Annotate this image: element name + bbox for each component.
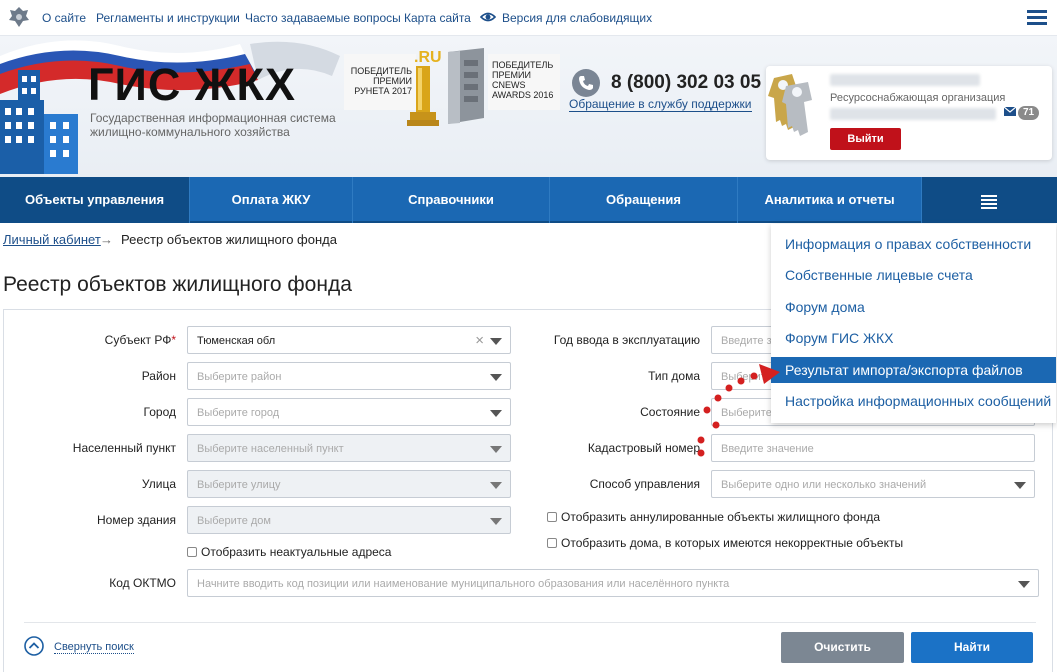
top-link-sitemap[interactable]: Карта сайта — [404, 11, 471, 25]
site-header: ГИС ЖКХ Государственная информационная с… — [0, 36, 1057, 177]
outdated-addresses-checkbox[interactable]: Отобразить неактуальные адреса — [187, 545, 391, 559]
region-label: Субъект РФ* — [104, 333, 176, 347]
menu-item-gis-forum[interactable]: Форум ГИС ЖКХ — [771, 325, 1056, 351]
nav-item-payment[interactable]: Оплата ЖКУ — [190, 177, 353, 223]
chevron-down-icon[interactable] — [490, 446, 502, 453]
annotation-arrow — [697, 364, 780, 457]
find-button[interactable]: Найти — [911, 632, 1033, 663]
chevron-down-icon[interactable] — [490, 482, 502, 489]
management-method-select[interactable]: Выберите одно или несколько значений — [711, 470, 1035, 498]
user-card: Ресурсоснабжающая организация 71 Выйти — [766, 66, 1052, 160]
breadcrumb-current: Реестр объектов жилищного фонда — [121, 232, 337, 247]
chevron-down-icon[interactable] — [490, 338, 502, 345]
collapse-up-icon[interactable] — [24, 636, 44, 656]
region-value: Тюменская обл — [197, 335, 276, 347]
svg-text:.RU: .RU — [414, 49, 442, 66]
org-name-hidden — [830, 108, 996, 120]
breadcrumb-arrow: → — [100, 232, 113, 247]
district-label: Район — [141, 369, 176, 383]
menu-icon[interactable] — [1027, 10, 1047, 26]
form-divider — [24, 622, 1036, 623]
logo-subtitle: Государственная информационная система ж… — [90, 111, 336, 139]
street-label: Улица — [141, 477, 176, 491]
nav-item-requests[interactable]: Обращения — [550, 177, 738, 223]
top-link-about[interactable]: О сайте — [42, 11, 86, 25]
chevron-down-icon[interactable] — [1014, 482, 1026, 489]
region-select[interactable]: Тюменская обл × — [187, 326, 511, 354]
nav-item-analytics[interactable]: Аналитика и отчеты — [738, 177, 922, 223]
chevron-down-icon[interactable] — [1018, 581, 1030, 588]
chevron-down-icon[interactable] — [490, 518, 502, 525]
checkbox-box[interactable] — [547, 512, 557, 522]
menu-item-house-forum[interactable]: Форум дома — [771, 294, 1056, 320]
top-link-faq[interactable]: Часто задаваемые вопросы — [245, 11, 401, 25]
breadcrumb-home[interactable]: Личный кабинет — [3, 232, 101, 247]
checkbox-box[interactable] — [187, 547, 197, 557]
menu-icon — [981, 195, 997, 211]
city-select[interactable]: Выберите город — [187, 398, 511, 426]
top-link-accessibility[interactable]: Версия для слабовидящих — [502, 11, 652, 25]
collapse-search-link[interactable]: Свернуть поиск — [54, 641, 134, 654]
user-name-hidden — [830, 74, 980, 86]
building-logo-icon — [0, 70, 78, 174]
menu-item-notification-settings[interactable]: Настройка информационных сообщений — [771, 388, 1056, 414]
menu-item-ownership-info[interactable]: Информация о правах собственности — [771, 231, 1056, 257]
logout-button[interactable]: Выйти — [830, 128, 901, 150]
nav-more-menu[interactable] — [922, 177, 1057, 223]
more-menu-dropdown: Информация о правах собственности Собств… — [771, 224, 1056, 423]
annulled-objects-checkbox[interactable]: Отобразить аннулированные объекты жилищн… — [547, 510, 880, 524]
logo-title[interactable]: ГИС ЖКХ — [88, 59, 296, 111]
settlement-label: Населенный пункт — [72, 441, 176, 455]
keys-icon — [768, 74, 812, 136]
oktmo-label: Код ОКТМО — [109, 576, 176, 590]
clear-button[interactable]: Очистить — [781, 632, 904, 663]
trophy-gold-icon: .RU — [407, 49, 442, 126]
cadastral-number-label: Кадастровый номер — [587, 441, 700, 455]
building-number-label: Номер здания — [96, 513, 176, 527]
city-label: Город — [143, 405, 176, 419]
menu-item-personal-accounts[interactable]: Собственные лицевые счета — [771, 262, 1056, 288]
clear-icon[interactable]: × — [475, 333, 484, 348]
state-label: Состояние — [640, 405, 700, 419]
page-title: Реестр объектов жилищного фонда — [3, 273, 352, 296]
oktmo-select[interactable]: Начните вводить код позиции или наименов… — [187, 569, 1039, 597]
management-method-label: Способ управления — [589, 477, 700, 491]
building-number-select[interactable]: Выберите дом — [187, 506, 511, 534]
commissioning-year-label: Год ввода в эксплуатацию — [553, 333, 700, 347]
nav-item-reference[interactable]: Справочники — [353, 177, 550, 223]
top-link-regulations[interactable]: Регламенты и инструкции — [96, 11, 240, 25]
settlement-select[interactable]: Выберите населенный пункт — [187, 434, 511, 462]
chevron-down-icon[interactable] — [490, 410, 502, 417]
mail-icon[interactable] — [1004, 107, 1016, 116]
incorrect-objects-checkbox[interactable]: Отобразить дома, в которых имеются некор… — [547, 536, 903, 550]
org-type-label: Ресурсоснабжающая организация — [830, 92, 1006, 104]
support-link[interactable]: Обращение в службу поддержки — [569, 97, 752, 112]
phone-icon — [572, 69, 600, 97]
messages-count-badge[interactable]: 71 — [1018, 106, 1040, 120]
district-select[interactable]: Выберите район — [187, 362, 511, 390]
eye-icon[interactable] — [480, 10, 496, 24]
nav-item-management-objects[interactable]: Объекты управления — [0, 177, 190, 223]
checkbox-box[interactable] — [547, 538, 557, 548]
top-bar: О сайте Регламенты и инструкции Часто за… — [0, 0, 1057, 36]
emblem-icon — [9, 7, 29, 27]
menu-item-import-export-results[interactable]: Результат импорта/экспорта файлов — [771, 357, 1056, 383]
street-select[interactable]: Выберите улицу — [187, 470, 511, 498]
award-cnews: Победитель премии CNews Awards 2016 — [488, 54, 560, 110]
support-phone: 8 (800) 302 03 05 — [611, 72, 762, 93]
chevron-down-icon[interactable] — [490, 374, 502, 381]
main-nav: Объекты управления Оплата ЖКУ Справочник… — [0, 177, 1057, 223]
house-type-label: Тип дома — [648, 369, 700, 383]
trophy-grey-icon — [448, 48, 484, 124]
